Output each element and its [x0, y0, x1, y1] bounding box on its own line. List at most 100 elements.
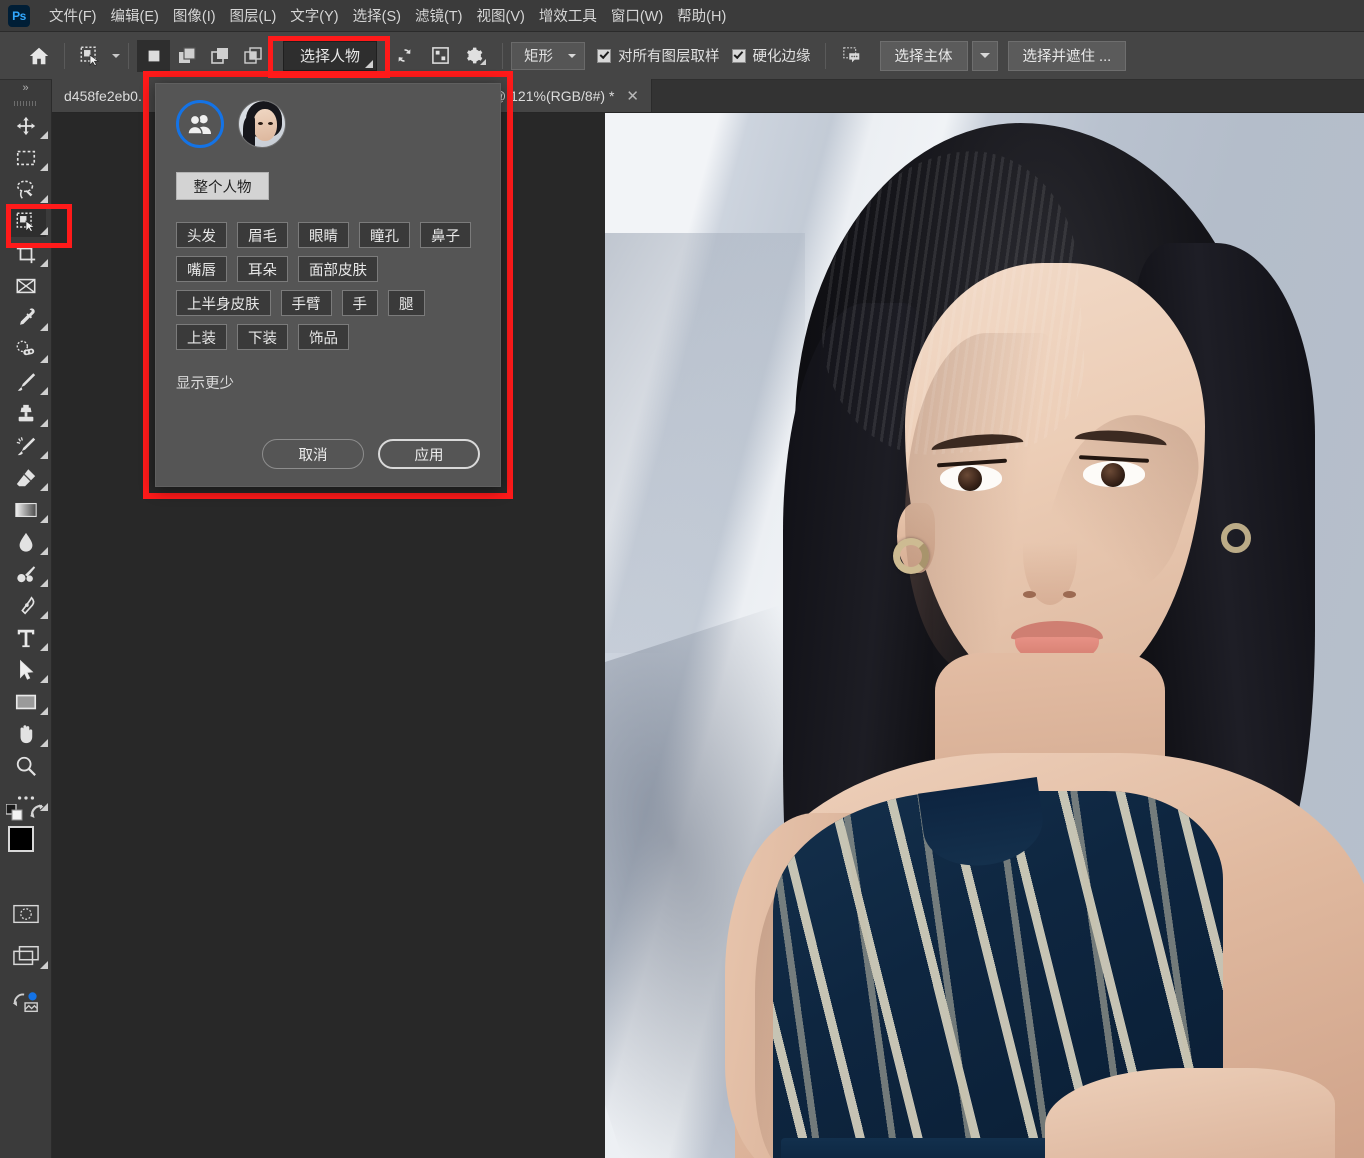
pen-icon	[21, 596, 35, 615]
flyout-triangle-icon	[40, 355, 48, 363]
avatar-person-1[interactable]	[238, 100, 286, 148]
tool-preset-picker[interactable]	[73, 41, 107, 71]
brush-tool[interactable]	[0, 366, 52, 398]
subject-eye-right	[1083, 461, 1145, 487]
history-brush-icon	[16, 437, 36, 456]
menu-type[interactable]: 文字(Y)	[283, 1, 345, 30]
tag-eyes[interactable]: 眼睛	[298, 222, 349, 248]
cancel-button[interactable]: 取消	[262, 439, 364, 469]
tag-hands[interactable]: 手	[341, 290, 378, 316]
move-tool[interactable]	[0, 110, 52, 142]
tag-hair[interactable]: 头发	[176, 222, 227, 248]
eyedropper-tool[interactable]	[0, 302, 52, 334]
healing-brush-icon	[16, 340, 35, 356]
select-people-button[interactable]: 选择人物	[283, 40, 378, 71]
swap-colors-icon[interactable]	[28, 802, 46, 820]
add-to-selection-icon	[178, 46, 196, 63]
select-subject-dropdown-button[interactable]	[971, 40, 998, 71]
menu-view[interactable]: 视图(V)	[469, 1, 531, 30]
lasso-tool[interactable]	[0, 174, 52, 206]
gradient-icon	[15, 502, 37, 518]
tag-eyebrows[interactable]: 眉毛	[237, 222, 288, 248]
brush-icon	[17, 373, 36, 391]
sample-all-layers-checkbox[interactable]: 对所有图层取样	[597, 45, 720, 66]
menu-plugins[interactable]: 增效工具	[532, 1, 604, 30]
tag-ears[interactable]: 耳朵	[237, 256, 288, 282]
frame-tool[interactable]	[0, 270, 52, 302]
chevron-down-icon	[979, 53, 990, 58]
toolbar-collapse-button[interactable]: »	[0, 80, 51, 96]
intersect-selection-button[interactable]	[236, 40, 269, 72]
dodge-tool[interactable]	[0, 558, 52, 590]
tag-top-clothing[interactable]: 上装	[176, 324, 227, 350]
document-image[interactable]	[605, 113, 1364, 1158]
tag-pupils[interactable]: 瞳孔	[359, 222, 410, 248]
marquee-tool[interactable]	[0, 142, 52, 174]
menu-edit[interactable]: 编辑(E)	[104, 1, 166, 30]
tag-bottom-clothing[interactable]: 下装	[237, 324, 288, 350]
close-icon[interactable]: ✕	[626, 87, 639, 105]
menu-window[interactable]: 窗口(W)	[604, 1, 670, 30]
blur-tool[interactable]	[0, 526, 52, 558]
tag-arms[interactable]: 手臂	[280, 290, 332, 316]
default-colors-icon[interactable]	[6, 804, 23, 821]
people-group-icon	[187, 114, 211, 135]
show-less-link[interactable]: 显示更少	[176, 372, 500, 393]
settings-button[interactable]	[461, 41, 491, 71]
pen-tool[interactable]	[0, 590, 52, 622]
shape-tool[interactable]	[0, 686, 52, 718]
refresh-button[interactable]	[389, 41, 419, 71]
select-subject-button[interactable]: 选择主体	[879, 40, 968, 71]
selection-mode-dropdown[interactable]: 矩形	[511, 41, 586, 70]
healing-brush-tool[interactable]	[0, 334, 52, 366]
tag-upper-body-skin[interactable]: 上半身皮肤	[176, 290, 271, 316]
select-people-popup: 整个人物 头发 眉毛 眼睛 瞳孔 鼻子 嘴唇 耳朵 面部皮肤 上半身皮肤 手臂 …	[155, 83, 501, 487]
clone-stamp-tool[interactable]	[0, 398, 52, 430]
tag-legs[interactable]: 腿	[388, 290, 425, 316]
harden-edge-checkbox[interactable]: 硬化边缘	[731, 45, 811, 66]
menu-layer[interactable]: 图层(L)	[223, 1, 284, 30]
type-tool[interactable]	[0, 622, 52, 654]
history-brush-tool[interactable]	[0, 430, 52, 462]
gradient-tool[interactable]	[0, 494, 52, 526]
menu-file[interactable]: 文件(F)	[42, 1, 104, 30]
add-to-selection-button[interactable]	[170, 40, 203, 72]
subtract-from-selection-icon	[210, 47, 228, 64]
tag-facial-skin[interactable]: 面部皮肤	[298, 256, 378, 282]
color-swatches	[0, 804, 52, 878]
flyout-triangle-icon	[40, 611, 48, 619]
screen-mode-toggle[interactable]	[0, 940, 52, 972]
menu-filter[interactable]: 滤镜(T)	[408, 1, 470, 30]
feedback-button[interactable]	[837, 41, 867, 71]
foreground-color-swatch[interactable]	[8, 826, 34, 852]
popup-actions: 取消 应用	[262, 439, 480, 469]
tag-accessories[interactable]: 饰品	[298, 324, 349, 350]
menu-help[interactable]: 帮助(H)	[670, 1, 733, 30]
tag-nose[interactable]: 鼻子	[420, 222, 471, 248]
preview-button[interactable]	[425, 41, 455, 71]
apply-button[interactable]: 应用	[378, 439, 480, 469]
quick-mask-toggle[interactable]	[0, 898, 52, 930]
tag-lips[interactable]: 嘴唇	[176, 256, 227, 282]
menu-select[interactable]: 选择(S)	[346, 1, 408, 30]
eraser-tool[interactable]	[0, 462, 52, 494]
select-and-mask-label: 选择并遮住 ...	[1022, 49, 1112, 65]
select-and-mask-button[interactable]: 选择并遮住 ...	[1007, 40, 1127, 71]
toolbar-drag-grip[interactable]	[0, 96, 51, 110]
avatar-all-people[interactable]	[176, 100, 224, 148]
tool-preset-chevron-down-icon[interactable]	[112, 53, 120, 58]
subject-nostril-left	[1023, 591, 1036, 598]
flyout-triangle-icon	[40, 259, 48, 267]
menu-image[interactable]: 图像(I)	[166, 1, 223, 30]
whole-person-button[interactable]: 整个人物	[176, 172, 269, 200]
flyout-triangle-icon	[40, 643, 48, 651]
share-image-button[interactable]	[0, 986, 52, 1018]
zoom-tool[interactable]	[0, 750, 52, 782]
path-selection-tool[interactable]	[0, 654, 52, 686]
hand-tool[interactable]	[0, 718, 52, 750]
subject-iris-left	[958, 467, 982, 491]
subtract-from-selection-button[interactable]	[203, 40, 236, 72]
home-button[interactable]	[22, 39, 56, 73]
new-selection-button[interactable]	[137, 39, 170, 72]
flyout-triangle-icon	[40, 131, 48, 139]
